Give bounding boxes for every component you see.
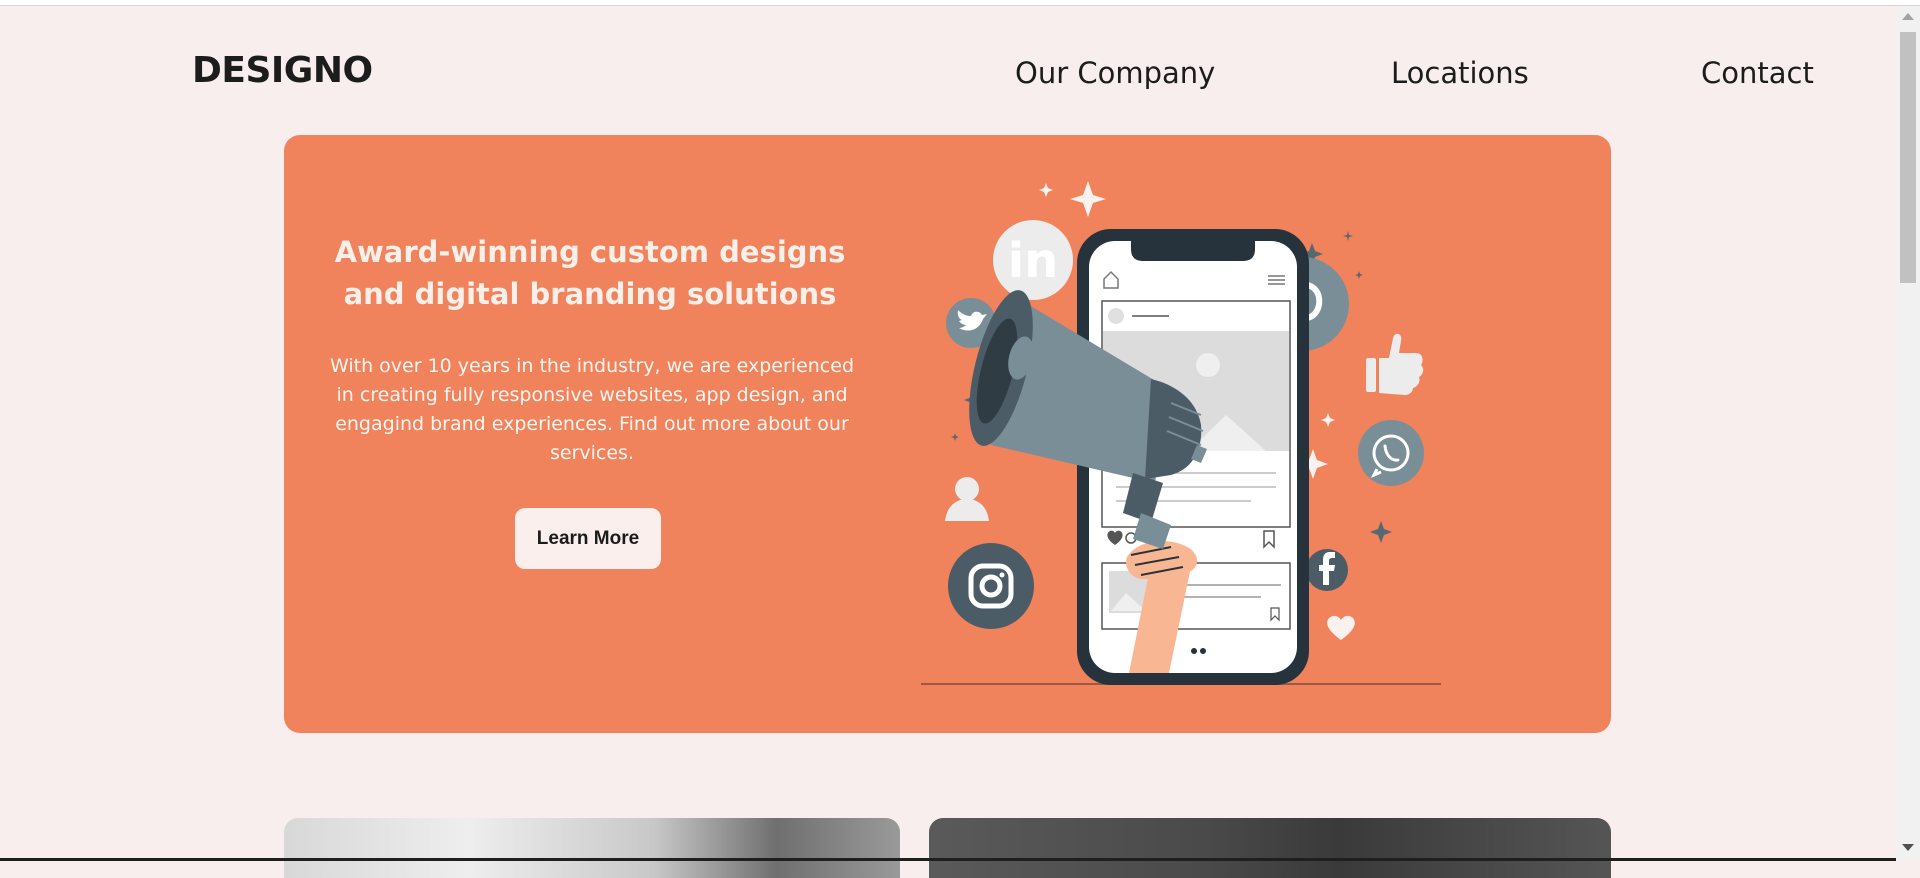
nav-our-company[interactable]: Our Company xyxy=(1015,56,1215,90)
service-card-web-design[interactable] xyxy=(284,818,900,878)
user-icon xyxy=(945,477,989,521)
whatsapp-icon xyxy=(1358,420,1424,486)
instagram-icon xyxy=(948,543,1034,629)
learn-more-button[interactable]: Learn More xyxy=(515,508,661,569)
sparkle-icon xyxy=(1070,181,1106,217)
thumbs-up-icon xyxy=(1366,333,1424,395)
heart-icon xyxy=(1327,615,1355,640)
scroll-up-arrow-icon[interactable] xyxy=(1902,13,1914,20)
site-header: DESIGNO Our Company Locations Contact xyxy=(0,0,1896,130)
hero-illustration: in xyxy=(921,181,1441,685)
sparkle-icon xyxy=(1343,231,1353,241)
nav-locations[interactable]: Locations xyxy=(1391,56,1529,90)
linkedin-icon: in xyxy=(993,220,1073,300)
hero-title: Award-winning custom designs and digital… xyxy=(334,235,846,311)
site-logo[interactable]: DESIGNO xyxy=(192,50,373,91)
vertical-scrollbar[interactable] xyxy=(1896,6,1920,861)
sparkle-icon xyxy=(1321,413,1335,427)
service-card-app-design[interactable] xyxy=(929,818,1611,878)
sparkle-icon xyxy=(1355,271,1363,279)
hero-description: With over 10 years in the industry, we a… xyxy=(329,355,855,464)
scroll-down-arrow-icon[interactable] xyxy=(1902,844,1914,851)
sparkle-icon xyxy=(1370,521,1392,543)
sparkle-icon xyxy=(951,433,959,441)
nav-contact[interactable]: Contact xyxy=(1701,56,1814,90)
scrollbar-thumb[interactable] xyxy=(1900,32,1916,283)
sparkle-icon xyxy=(1039,183,1053,197)
hero-banner: Award-winning custom designs and digital… xyxy=(284,135,1611,733)
svg-text:in: in xyxy=(1008,233,1059,289)
facebook-icon xyxy=(1306,549,1348,591)
